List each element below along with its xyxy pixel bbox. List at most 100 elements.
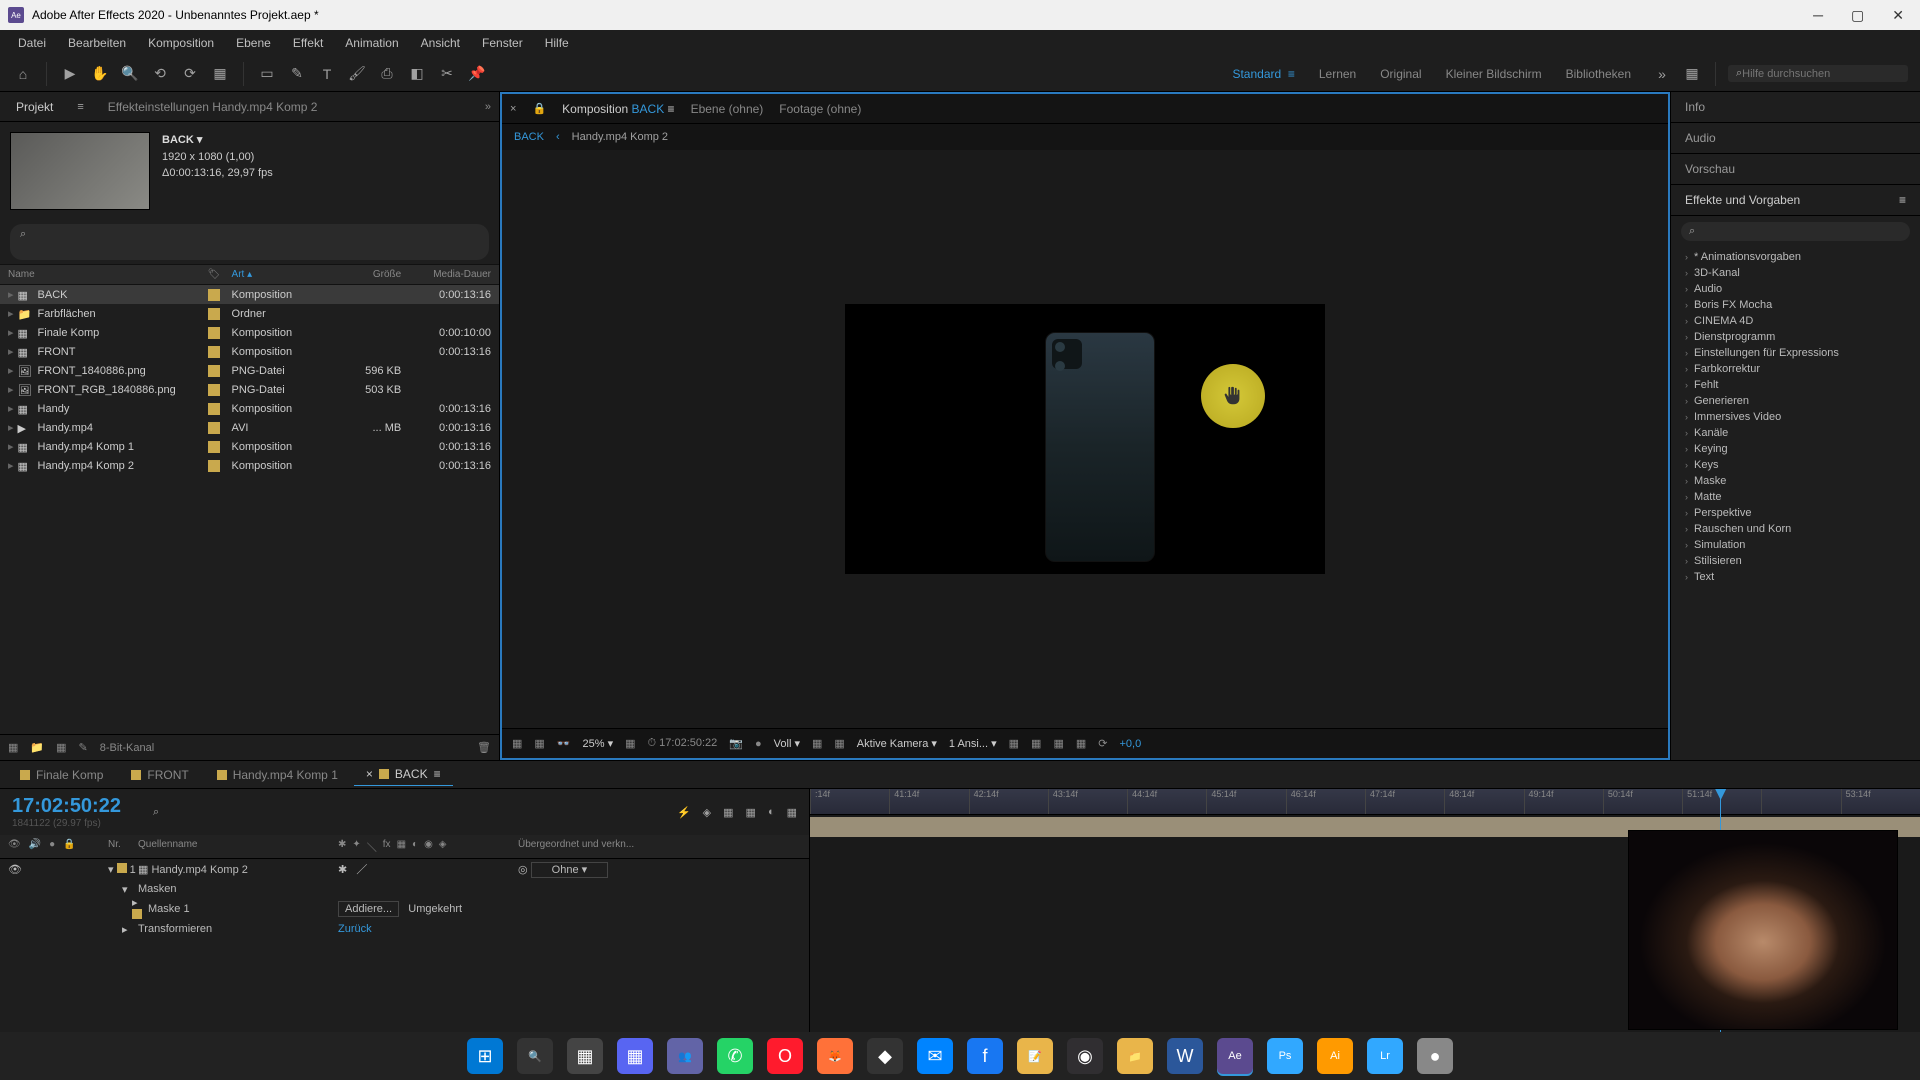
twirl-icon[interactable]: ▸ — [8, 326, 14, 339]
timeline-row[interactable]: ▸ Maske 1Addiere... Umgekehrt — [0, 899, 809, 919]
label-color[interactable] — [208, 308, 220, 320]
shy-toggle[interactable]: ▦ — [723, 806, 733, 819]
adjustment-button[interactable]: ✎ — [79, 741, 88, 754]
puppet-tool[interactable]: 📌 — [466, 63, 488, 85]
fast-preview[interactable]: ▦ — [1031, 737, 1041, 750]
ruler-tick[interactable]: 44:14f — [1127, 789, 1206, 814]
switch-frameblend[interactable]: ▦ — [397, 839, 406, 854]
timeline-search[interactable]: ⌕ — [153, 806, 159, 819]
timeline-tab[interactable]: × BACK ≡ — [354, 763, 453, 786]
header-name[interactable]: Name — [8, 269, 208, 280]
label-color[interactable] — [117, 863, 127, 873]
taskbar-app-tv[interactable]: ▦ — [567, 1038, 603, 1074]
breadcrumb-child[interactable]: Handy.mp4 Komp 2 — [572, 131, 668, 143]
toggle-transparency[interactable]: ▦ — [534, 737, 544, 750]
effect-category[interactable]: ›Keys — [1671, 457, 1920, 473]
label-color[interactable] — [208, 441, 220, 453]
effects-search[interactable]: ⌕ — [1681, 222, 1910, 241]
twirl-icon[interactable]: ▸ — [8, 402, 14, 415]
header-parent[interactable]: Übergeordnet und verkn... — [518, 839, 718, 854]
tab-composition[interactable]: Komposition BACK ≡ — [562, 102, 674, 116]
label-color[interactable] — [208, 460, 220, 472]
header-source[interactable]: Quellenname — [138, 839, 338, 854]
menu-effekt[interactable]: Effekt — [283, 32, 333, 54]
project-item[interactable]: ▸📁FarbflächenOrdner — [0, 304, 499, 323]
draft-3d[interactable]: ◈ — [703, 806, 711, 819]
project-item[interactable]: ▸▦Handy.mp4 Komp 2Komposition0:00:13:16 — [0, 456, 499, 475]
effect-category[interactable]: ›Simulation — [1671, 537, 1920, 553]
switch-3d[interactable]: ◈ — [439, 839, 447, 854]
solo-toggle-icon[interactable]: ● — [49, 839, 55, 854]
taskbar-app-teams[interactable]: 👥 — [667, 1038, 703, 1074]
comp-tab-close[interactable]: × — [510, 103, 516, 115]
ruler-tick[interactable]: 47:14f — [1365, 789, 1444, 814]
time-ruler[interactable]: :14f41:14f42:14f43:14f44:14f45:14f46:14f… — [810, 789, 1920, 815]
tab-footage[interactable]: Footage (ohne) — [779, 102, 861, 116]
effect-category[interactable]: ›Kanäle — [1671, 425, 1920, 441]
effect-category[interactable]: ›Maske — [1671, 473, 1920, 489]
parent-select[interactable]: Ohne ▾ — [531, 862, 609, 878]
taskbar-app-files[interactable]: 📁 — [1117, 1038, 1153, 1074]
ruler-tick[interactable]: 53:14f — [1841, 789, 1920, 814]
switch-collapse[interactable]: ／ — [356, 864, 367, 876]
breadcrumb-root[interactable]: BACK — [514, 131, 544, 143]
switch-collapse[interactable]: ✦ — [352, 839, 360, 854]
timeline-tab[interactable]: FRONT — [119, 764, 200, 786]
workspace-lernen[interactable]: Lernen — [1307, 63, 1368, 85]
tab-layer[interactable]: Ebene (ohne) — [691, 102, 764, 116]
views-select[interactable]: 1 Ansi... ▾ — [949, 737, 997, 750]
twirl-icon[interactable]: ▸ — [8, 440, 14, 453]
clone-tool[interactable]: ⎙ — [376, 63, 398, 85]
panel-audio[interactable]: Audio — [1671, 123, 1920, 154]
interpret-footage-button[interactable]: ▦ — [8, 741, 18, 754]
camera-select[interactable]: Aktive Kamera ▾ — [857, 737, 937, 750]
header-number[interactable]: Nr. — [108, 839, 138, 854]
frame-blend[interactable]: ▦ — [746, 806, 756, 819]
twirl-icon[interactable]: ▸ — [8, 364, 14, 377]
comp-canvas[interactable] — [845, 304, 1325, 574]
twirl-icon[interactable]: ▾ — [122, 884, 128, 896]
eraser-tool[interactable]: ◧ — [406, 63, 428, 85]
effect-category[interactable]: ›Fehlt — [1671, 377, 1920, 393]
taskbar-app-obs[interactable]: ◉ — [1067, 1038, 1103, 1074]
maximize-button[interactable]: ▢ — [1851, 7, 1864, 24]
header-type[interactable]: Art ▴ — [232, 269, 332, 280]
help-search-input[interactable] — [1742, 68, 1900, 80]
home-tool[interactable]: ⌂ — [12, 63, 34, 85]
ruler-tick[interactable]: 41:14f — [889, 789, 968, 814]
tab-effect-settings[interactable]: Effekteinstellungen Handy.mp4 Komp 2 — [100, 96, 326, 118]
flowchart-button[interactable]: ▦ — [1076, 737, 1086, 750]
brush-tool[interactable]: 🖌 — [346, 63, 368, 85]
hand-tool[interactable]: ✋ — [89, 63, 111, 85]
taskbar-app-search[interactable]: 🔍 — [517, 1038, 553, 1074]
new-folder-button[interactable]: 📁 — [30, 741, 44, 754]
header-duration[interactable]: Media-Dauer — [401, 269, 491, 280]
twirl-icon[interactable]: ▸ — [132, 897, 138, 909]
effects-list[interactable]: ›* Animationsvorgaben›3D-Kanal›Audio›Bor… — [1671, 247, 1920, 760]
label-color[interactable] — [208, 346, 220, 358]
pen-tool[interactable]: ✎ — [286, 63, 308, 85]
effect-category[interactable]: ›3D-Kanal — [1671, 265, 1920, 281]
menu-ansicht[interactable]: Ansicht — [411, 32, 470, 54]
new-comp-button[interactable]: ▦ — [56, 741, 66, 754]
switch-adjustment[interactable]: ◉ — [424, 839, 433, 854]
effect-category[interactable]: ›Dienstprogramm — [1671, 329, 1920, 345]
project-item[interactable]: ▸🖼FRONT_RGB_1840886.pngPNG-Datei503 KB — [0, 380, 499, 399]
ruler-tick[interactable] — [1761, 789, 1840, 814]
panel-more[interactable]: » — [485, 101, 491, 113]
project-item[interactable]: ▸▦Finale KompKomposition0:00:10:00 — [0, 323, 499, 342]
workspace-kleiner-bildschirm[interactable]: Kleiner Bildschirm — [1434, 63, 1554, 85]
motion-blur[interactable]: ◐ — [768, 806, 775, 819]
menu-ebene[interactable]: Ebene — [226, 32, 281, 54]
twirl-icon[interactable]: ▸ — [8, 307, 14, 320]
menu-komposition[interactable]: Komposition — [138, 32, 224, 54]
timeline-row[interactable]: ▸TransformierenZurück — [0, 919, 809, 939]
switch-normal[interactable]: ✱ — [338, 864, 347, 876]
project-search[interactable]: ⌕ — [10, 224, 489, 260]
toggle-alpha[interactable]: ▦ — [512, 737, 522, 750]
taskbar-app-facebook[interactable]: f — [967, 1038, 1003, 1074]
label-color[interactable] — [208, 403, 220, 415]
timeline-button[interactable]: ▦ — [1053, 737, 1063, 750]
menu-animation[interactable]: Animation — [335, 32, 408, 54]
effect-category[interactable]: ›Einstellungen für Expressions — [1671, 345, 1920, 361]
